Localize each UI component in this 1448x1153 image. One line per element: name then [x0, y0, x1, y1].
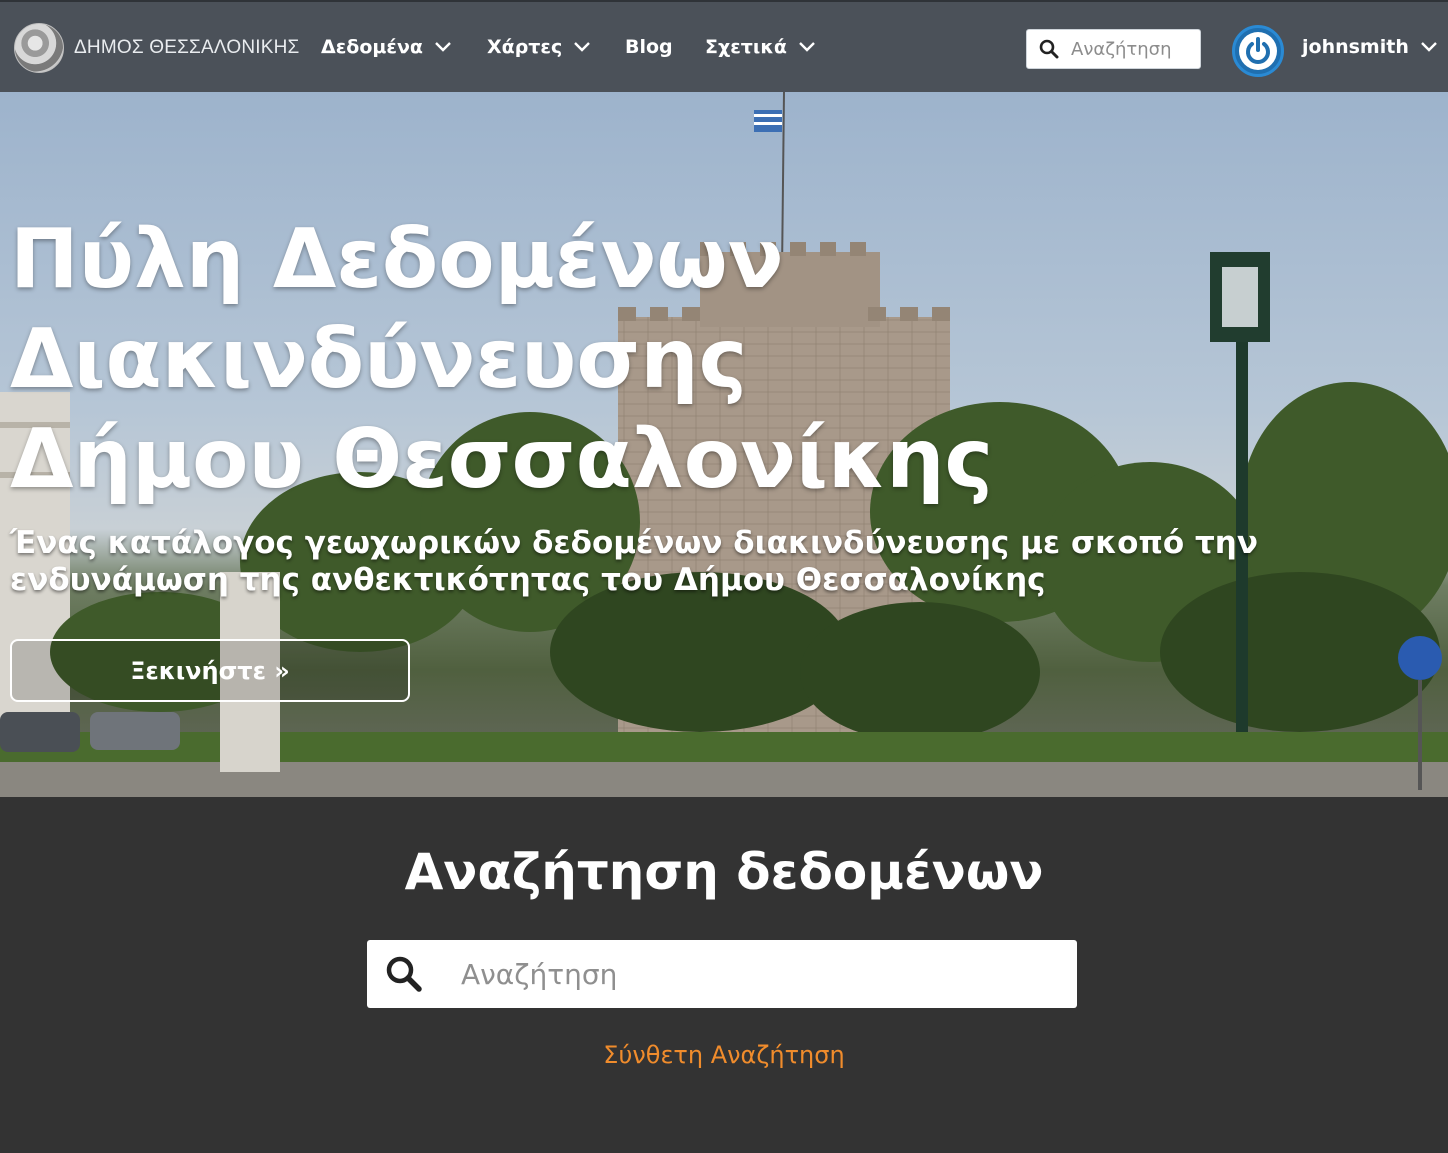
nav-item-maps-label: Χάρτες	[487, 36, 563, 58]
nav-item-data[interactable]: Δεδομένα	[321, 36, 451, 58]
search-heading: Αναζήτηση δεδομένων	[404, 843, 1044, 901]
chevron-down-icon	[799, 42, 815, 52]
search-icon	[1039, 39, 1059, 59]
hero-subtitle-line: Ένας κατάλογος γεωχωρικών δεδομένων διακ…	[10, 525, 1258, 561]
logo-text: ΔΗΜΟΣ ΘΕΣΣΑΛΟΝΙΚΗΣ	[74, 37, 300, 58]
navbar-search-input[interactable]	[1071, 38, 1191, 60]
user-name-label: johnsmith	[1302, 36, 1409, 58]
hero-subtitle: Ένας κατάλογος γεωχωρικών δεδομένων διακ…	[10, 525, 1310, 599]
hero-title-line: Πύλη Δεδομένων	[10, 212, 784, 307]
nav-item-about-label: Σχετικά	[705, 36, 787, 58]
user-power-icon	[1239, 32, 1277, 70]
user-avatar[interactable]	[1232, 25, 1284, 77]
advanced-search-link[interactable]: Σύνθετη Αναζήτηση	[0, 1041, 1448, 1069]
nav-item-blog[interactable]: Blog	[625, 36, 673, 58]
main-search-input[interactable]	[461, 957, 1021, 991]
nav-item-blog-label: Blog	[625, 36, 673, 58]
nav-item-data-label: Δεδομένα	[321, 36, 423, 58]
hero-banner: Πύλη Δεδομένων Διακινδύνευσης Δήμου Θεσσ…	[0, 92, 1448, 797]
chevron-down-icon	[574, 42, 591, 52]
data-search-section: Αναζήτηση δεδομένων Σύνθετη Αναζήτηση	[0, 797, 1448, 1153]
hero-subtitle-line: ενδυνάμωση της ανθεκτικότητας του Δήμου …	[10, 562, 1046, 598]
hero-title-line: Δήμου Θεσσαλονίκης	[10, 412, 994, 507]
hero-title-line: Διακινδύνευσης	[10, 312, 748, 407]
user-menu[interactable]: johnsmith	[1302, 36, 1437, 58]
chevron-down-icon	[435, 42, 451, 52]
hero-title: Πύλη Δεδομένων Διακινδύνευσης Δήμου Θεσσ…	[10, 210, 1010, 510]
main-search-box[interactable]	[367, 940, 1077, 1008]
get-started-button[interactable]: Ξεκινήστε »	[10, 639, 410, 702]
logo-emblem-icon	[14, 23, 64, 73]
site-logo[interactable]: ΔΗΜΟΣ ΘΕΣΣΑΛΟΝΙΚΗΣ	[14, 22, 299, 74]
nav-item-about[interactable]: Σχετικά	[705, 36, 815, 58]
nav-item-maps[interactable]: Χάρτες	[487, 36, 591, 58]
top-navbar: ΔΗΜΟΣ ΘΕΣΣΑΛΟΝΙΚΗΣ Δεδομένα Χάρτες Blog …	[0, 0, 1448, 92]
navbar-search-box[interactable]	[1026, 29, 1201, 69]
chevron-down-icon	[1421, 42, 1437, 52]
search-icon	[386, 956, 422, 992]
